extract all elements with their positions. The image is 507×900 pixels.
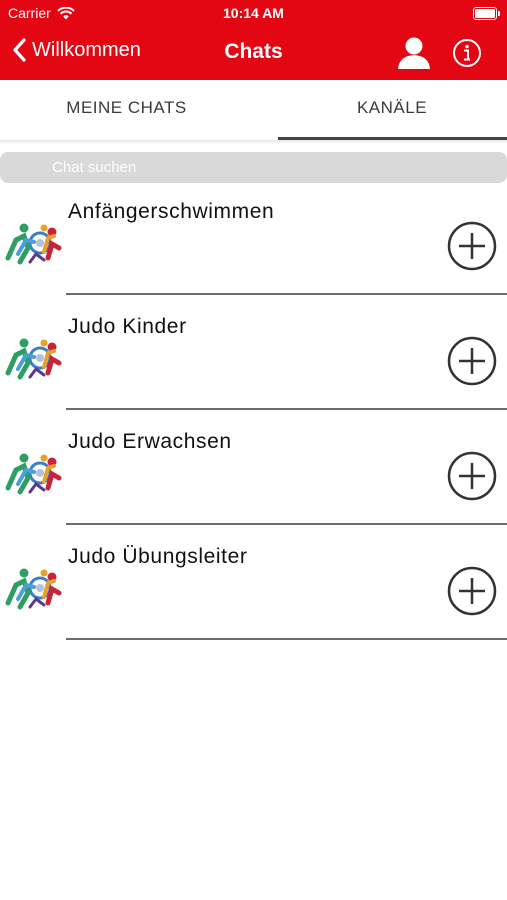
tab-bar-shadow bbox=[0, 140, 507, 144]
status-bar: Carrier 10:14 AM bbox=[0, 0, 507, 26]
row-divider bbox=[66, 408, 507, 410]
channel-name: Anfängerschwimmen bbox=[68, 200, 275, 223]
channel-list: Anfängerschwimmen Judo Kinder Judo Erwac… bbox=[0, 190, 507, 650]
list-item[interactable]: Judo Erwachsen bbox=[0, 420, 507, 535]
tab-bar: MEINE CHATS KANÄLE bbox=[0, 80, 507, 141]
user-icon bbox=[398, 37, 430, 69]
chevron-left-icon bbox=[13, 38, 26, 62]
club-logo-icon bbox=[5, 223, 62, 265]
club-logo-icon bbox=[5, 453, 62, 495]
add-circle-icon[interactable] bbox=[447, 336, 497, 386]
row-divider bbox=[66, 293, 507, 295]
profile-button[interactable] bbox=[396, 36, 432, 70]
back-label: Willkommen bbox=[32, 38, 141, 61]
info-button[interactable] bbox=[452, 38, 482, 68]
club-logo-icon bbox=[5, 338, 62, 380]
list-item[interactable]: Anfängerschwimmen bbox=[0, 190, 507, 305]
row-divider bbox=[66, 523, 507, 525]
row-divider bbox=[66, 638, 507, 640]
channel-name: Judo Übungsleiter bbox=[68, 545, 248, 568]
list-item[interactable]: Judo Übungsleiter bbox=[0, 535, 507, 650]
tab-kanaele[interactable]: KANÄLE bbox=[277, 80, 507, 140]
channel-name: Judo Kinder bbox=[68, 315, 187, 338]
club-logo-icon bbox=[5, 568, 62, 610]
header-bar: Carrier 10:14 AM Willkommen Chats bbox=[0, 0, 507, 80]
add-circle-icon[interactable] bbox=[447, 566, 497, 616]
add-circle-icon[interactable] bbox=[447, 221, 497, 271]
status-time: 10:14 AM bbox=[223, 5, 284, 21]
channel-name: Judo Erwachsen bbox=[68, 430, 232, 453]
add-circle-icon[interactable] bbox=[447, 451, 497, 501]
search-input[interactable] bbox=[0, 152, 507, 183]
battery-icon bbox=[473, 7, 500, 20]
list-item[interactable]: Judo Kinder bbox=[0, 305, 507, 420]
navigation-bar: Willkommen Chats bbox=[0, 30, 507, 76]
info-icon bbox=[453, 39, 481, 67]
tab-meine-chats[interactable]: MEINE CHATS bbox=[0, 80, 253, 140]
back-button[interactable]: Willkommen bbox=[12, 38, 141, 62]
